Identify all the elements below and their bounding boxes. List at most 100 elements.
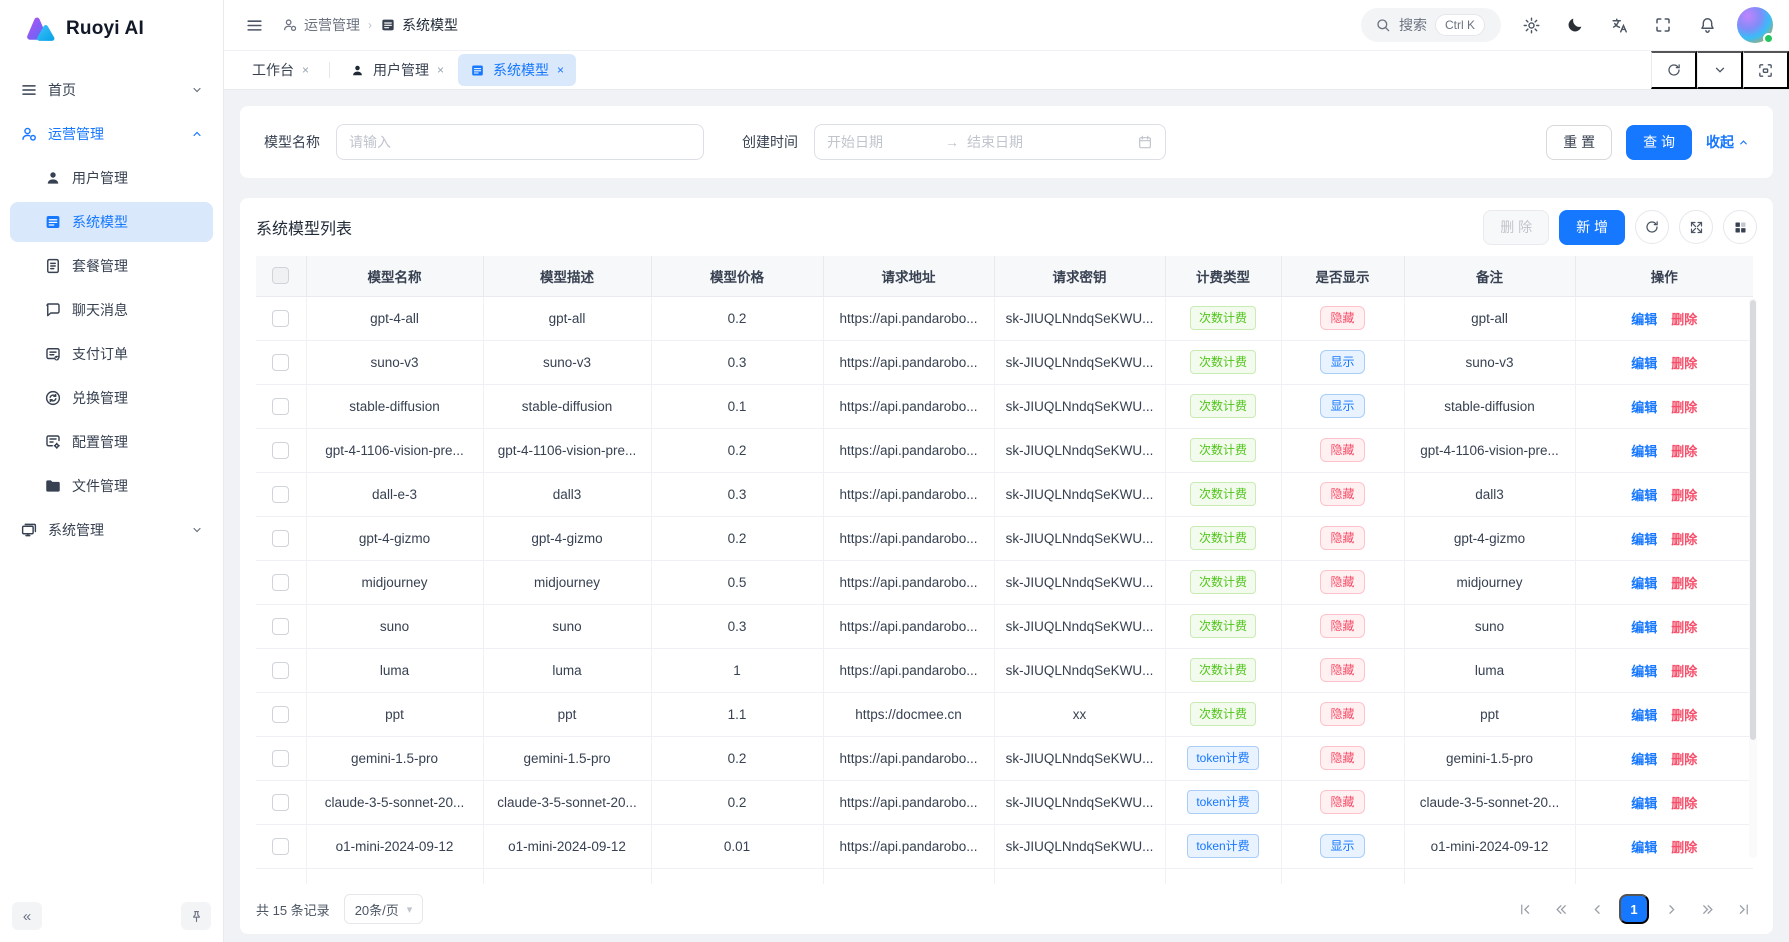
online-status-dot — [1763, 33, 1774, 44]
cell-remark: claude-3-5-sonnet-20... — [1404, 780, 1575, 824]
query-button[interactable]: 查 询 — [1626, 125, 1692, 160]
language-button[interactable] — [1605, 11, 1633, 39]
current-page-button[interactable]: 1 — [1619, 894, 1649, 924]
delete-link[interactable]: 删除 — [1671, 620, 1697, 635]
row-checkbox[interactable] — [272, 662, 289, 679]
breadcrumb-operations[interactable]: 运营管理 — [282, 15, 360, 35]
row-checkbox[interactable] — [272, 706, 289, 723]
delete-link[interactable]: 删除 — [1671, 488, 1697, 503]
sidebar-item-redeem-management[interactable]: 兑换管理 — [10, 378, 213, 418]
next-page-button[interactable] — [1657, 895, 1685, 923]
last-page-button[interactable] — [1729, 895, 1757, 923]
edit-link[interactable]: 编辑 — [1631, 444, 1657, 459]
sidebar-item-home[interactable]: 首页 — [10, 70, 213, 110]
add-button[interactable]: 新 增 — [1559, 210, 1625, 245]
row-checkbox[interactable] — [272, 398, 289, 415]
pagination: 1 — [1511, 894, 1757, 924]
edit-link[interactable]: 编辑 — [1631, 620, 1657, 635]
date-range-picker[interactable]: → — [814, 124, 1166, 160]
scrollbar-thumb[interactable] — [1750, 300, 1756, 740]
sidebar-item-user-management[interactable]: 用户管理 — [10, 158, 213, 198]
tab-more-button[interactable] — [1697, 51, 1743, 89]
row-checkbox[interactable] — [272, 838, 289, 855]
row-checkbox[interactable] — [272, 574, 289, 591]
delete-link[interactable]: 删除 — [1671, 708, 1697, 723]
app-logo[interactable]: Ruoyi AI — [0, 0, 223, 58]
row-checkbox[interactable] — [272, 310, 289, 327]
first-page-button[interactable] — [1511, 895, 1539, 923]
delete-link[interactable]: 删除 — [1671, 752, 1697, 767]
content-maximize-button[interactable] — [1743, 51, 1789, 89]
tab-refresh-button[interactable] — [1651, 51, 1697, 89]
translate-icon — [1610, 16, 1629, 35]
delete-link[interactable]: 删除 — [1671, 356, 1697, 371]
user-avatar[interactable] — [1737, 7, 1773, 43]
delete-link[interactable]: 删除 — [1671, 576, 1697, 591]
jump-forward-button[interactable] — [1693, 895, 1721, 923]
delete-link[interactable]: 删除 — [1671, 664, 1697, 679]
edit-link[interactable]: 编辑 — [1631, 796, 1657, 811]
dark-mode-button[interactable] — [1561, 11, 1589, 39]
sidebar-item-plan-management[interactable]: 套餐管理 — [10, 246, 213, 286]
delete-link[interactable]: 删除 — [1671, 444, 1697, 459]
sidebar-item-system-management[interactable]: 系统管理 — [10, 510, 213, 550]
table-fullscreen-button[interactable] — [1679, 210, 1713, 244]
edit-link[interactable]: 编辑 — [1631, 664, 1657, 679]
end-date-input[interactable] — [967, 134, 1077, 150]
delete-link[interactable]: 删除 — [1671, 532, 1697, 547]
delete-link[interactable]: 删除 — [1671, 400, 1697, 415]
settings-button[interactable] — [1517, 11, 1545, 39]
collapse-filter-link[interactable]: 收起 — [1706, 132, 1749, 152]
tab-user-management[interactable]: 用户管理 × — [338, 54, 456, 86]
sidebar-item-operations[interactable]: 运营管理 — [10, 114, 213, 154]
table-refresh-button[interactable] — [1635, 210, 1669, 244]
model-name-input[interactable] — [336, 124, 704, 160]
edit-link[interactable]: 编辑 — [1631, 840, 1657, 855]
tab-system-models[interactable]: 系统模型 × — [458, 54, 576, 86]
global-search[interactable]: 搜索 Ctrl K — [1361, 8, 1501, 42]
delete-link[interactable]: 删除 — [1671, 840, 1697, 855]
batch-delete-button[interactable]: 删 除 — [1483, 210, 1549, 245]
row-checkbox[interactable] — [272, 354, 289, 371]
row-checkbox[interactable] — [272, 486, 289, 503]
jump-back-button[interactable] — [1547, 895, 1575, 923]
close-icon[interactable]: × — [557, 63, 564, 77]
edit-link[interactable]: 编辑 — [1631, 752, 1657, 767]
select-all-checkbox[interactable] — [272, 267, 289, 284]
edit-link[interactable]: 编辑 — [1631, 576, 1657, 591]
sidebar-item-payment-orders[interactable]: 支付订单 — [10, 334, 213, 374]
row-checkbox[interactable] — [272, 442, 289, 459]
sidebar-collapse-button[interactable]: « — [12, 902, 42, 930]
notifications-button[interactable] — [1693, 11, 1721, 39]
table-scrollbar[interactable] — [1749, 298, 1757, 858]
sidebar-item-file-management[interactable]: 文件管理 — [10, 466, 213, 506]
start-date-input[interactable] — [827, 134, 937, 150]
tab-workbench[interactable]: 工作台 × — [240, 54, 321, 86]
sidebar-toggle-button[interactable] — [240, 11, 268, 39]
sidebar-item-chat-messages[interactable]: 聊天消息 — [10, 290, 213, 330]
edit-link[interactable]: 编辑 — [1631, 400, 1657, 415]
sidebar-item-config-management[interactable]: 配置管理 — [10, 422, 213, 462]
edit-link[interactable]: 编辑 — [1631, 312, 1657, 327]
visibility-badge: 隐藏 — [1320, 614, 1364, 638]
edit-link[interactable]: 编辑 — [1631, 356, 1657, 371]
page-size-select[interactable]: 20条/页 ▾ — [344, 894, 424, 924]
close-icon[interactable]: × — [302, 63, 309, 77]
pin-button[interactable] — [181, 902, 211, 930]
prev-page-button[interactable] — [1583, 895, 1611, 923]
delete-link[interactable]: 删除 — [1671, 312, 1697, 327]
delete-link[interactable]: 删除 — [1671, 796, 1697, 811]
close-icon[interactable]: × — [437, 63, 444, 77]
sidebar-item-system-models[interactable]: 系统模型 — [10, 202, 213, 242]
fullscreen-button[interactable] — [1649, 11, 1677, 39]
row-checkbox[interactable] — [272, 530, 289, 547]
row-checkbox[interactable] — [272, 750, 289, 767]
edit-link[interactable]: 编辑 — [1631, 532, 1657, 547]
row-checkbox[interactable] — [272, 618, 289, 635]
breadcrumb-system-models[interactable]: 系统模型 — [380, 15, 458, 35]
column-settings-button[interactable] — [1723, 210, 1757, 244]
edit-link[interactable]: 编辑 — [1631, 708, 1657, 723]
row-checkbox[interactable] — [272, 794, 289, 811]
reset-button[interactable]: 重 置 — [1546, 125, 1612, 160]
edit-link[interactable]: 编辑 — [1631, 488, 1657, 503]
